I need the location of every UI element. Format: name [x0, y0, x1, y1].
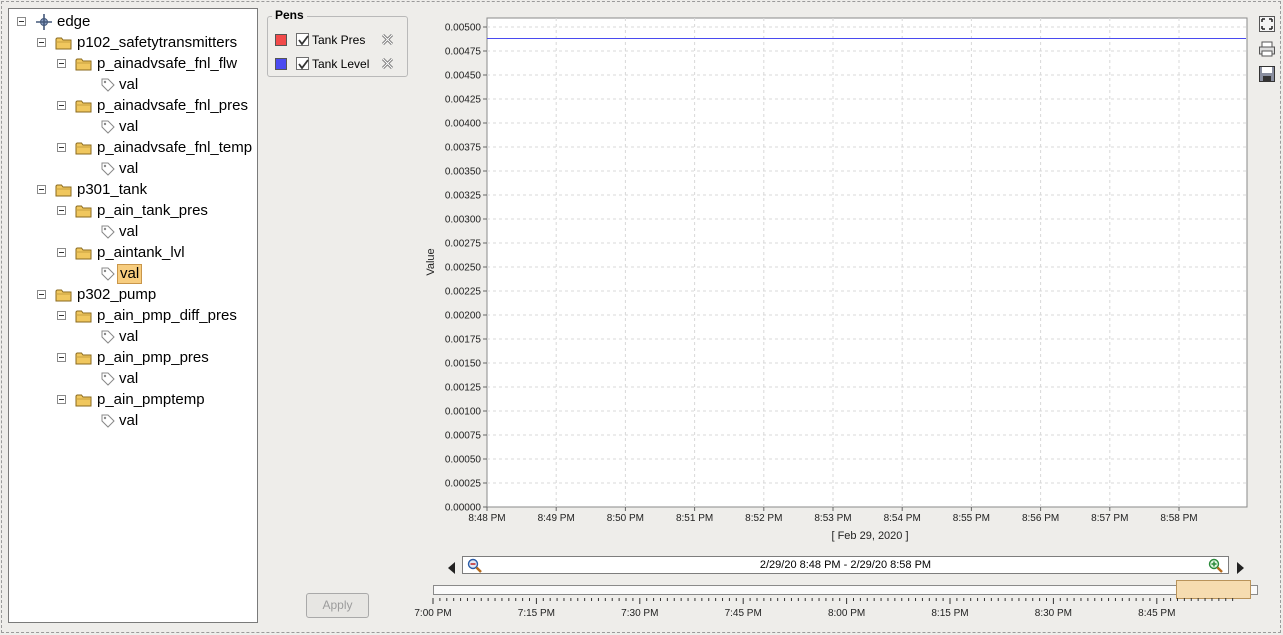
y-tick-label: 0.00225: [445, 287, 482, 298]
x-tick-label: 8:52 PM: [745, 513, 782, 524]
y-tick-label: 0.00425: [445, 95, 482, 106]
range-text: 2/29/20 8:48 PM - 2/29/20 8:58 PM: [759, 559, 932, 571]
y-tick-label: 0.00100: [445, 407, 482, 418]
y-tick-label: 0.00300: [445, 215, 482, 226]
overview-timeline[interactable]: [433, 585, 1258, 595]
y-tick-label: 0.00075: [445, 431, 482, 442]
overview-range-thumb[interactable]: [1176, 580, 1251, 599]
fullscreen-icon[interactable]: [1258, 15, 1276, 33]
x-tick-label: 8:56 PM: [1022, 513, 1059, 524]
y-tick-label: 0.00350: [445, 167, 482, 178]
save-icon[interactable]: [1258, 65, 1276, 83]
y-tick-label: 0.00150: [445, 359, 482, 370]
trend-chart[interactable]: 0.00500 0.00475 0.00450 0.00425 0.00400 0.003…: [0, 0, 1283, 635]
y-tick-label: 0.00050: [445, 455, 482, 466]
y-tick-label: 0.00400: [445, 119, 482, 130]
y-tick-label: 0.00250: [445, 263, 482, 274]
y-tick-label: 0.00325: [445, 191, 482, 202]
scroll-right-icon[interactable]: [1235, 559, 1245, 574]
y-axis-label: Value: [425, 248, 437, 275]
y-tick-label: 0.00025: [445, 479, 482, 490]
y-tick-label: 0.00275: [445, 239, 482, 250]
x-tick-label: 8:48 PM: [468, 513, 505, 524]
y-tick-label: 0.00000: [445, 503, 482, 514]
x-tick-label: 8:50 PM: [607, 513, 644, 524]
plot-area: [486, 17, 1248, 508]
print-icon[interactable]: [1258, 40, 1276, 58]
y-tick-label: 0.00375: [445, 143, 482, 154]
x-tick-label: 8:58 PM: [1160, 513, 1197, 524]
x-tick-label: 8:57 PM: [1091, 513, 1128, 524]
x-tick-label: 8:51 PM: [676, 513, 713, 524]
date-range-display: 2/29/20 8:48 PM - 2/29/20 8:58 PM: [462, 556, 1229, 574]
y-tick-label: 0.00125: [445, 383, 482, 394]
y-tick-label: 0.00500: [445, 23, 482, 34]
x-tick-label: 8:49 PM: [538, 513, 575, 524]
x-tick-label: 8:55 PM: [953, 513, 990, 524]
y-tick-label: 0.00175: [445, 335, 482, 346]
y-tick-label: 0.00200: [445, 311, 482, 322]
x-tick-label: 8:53 PM: [814, 513, 851, 524]
y-tick-label: 0.00450: [445, 71, 482, 82]
y-tick-label: 0.00475: [445, 47, 482, 58]
x-axis-label: [ Feb 29, 2020 ]: [831, 530, 908, 542]
x-tick-label: 8:54 PM: [884, 513, 921, 524]
zoom-in-icon[interactable]: [1208, 558, 1223, 573]
scroll-left-icon[interactable]: [447, 559, 457, 574]
